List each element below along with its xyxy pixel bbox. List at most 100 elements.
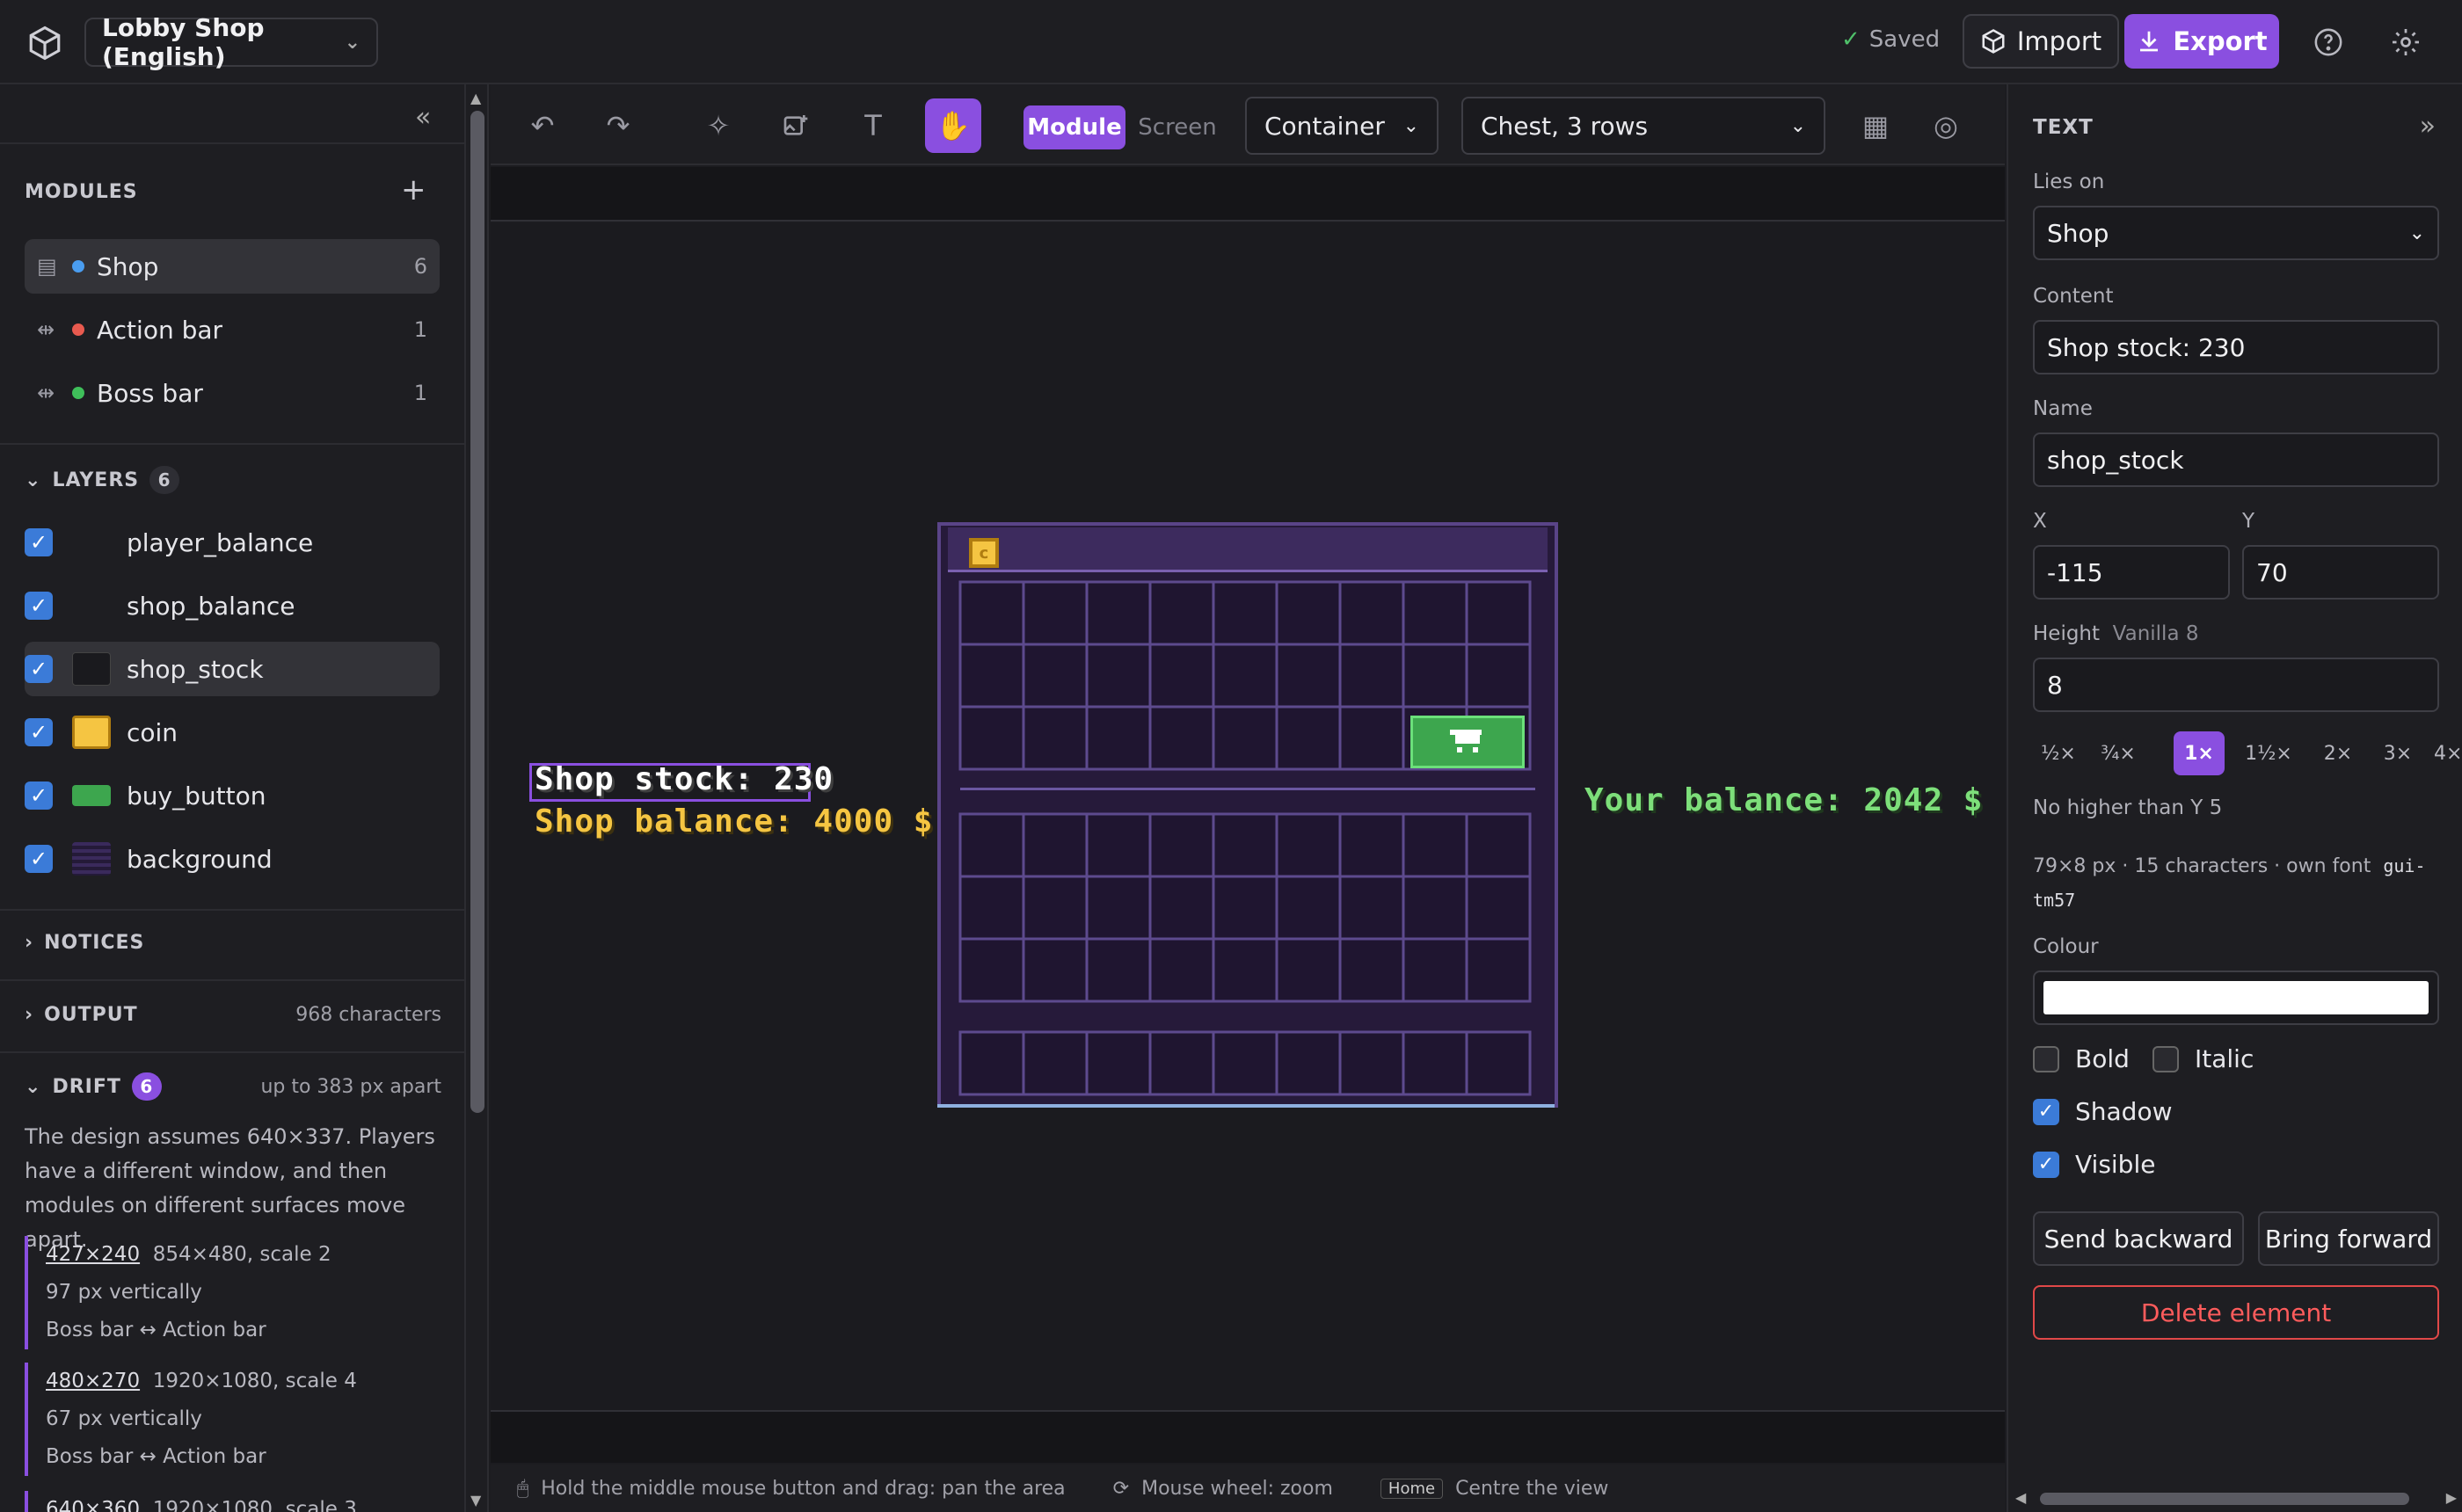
target-icon[interactable]: ◎ [1922, 102, 1970, 149]
inventory-slot[interactable] [958, 812, 1025, 878]
x-input[interactable]: -115 [2033, 545, 2230, 600]
inventory-slot[interactable] [1275, 937, 1342, 1003]
colour-picker[interactable] [2033, 970, 2439, 1025]
scroll-up-icon[interactable]: ▲ [470, 90, 481, 106]
inventory-slot[interactable] [1338, 580, 1405, 646]
hotbar-slot[interactable] [1085, 1030, 1152, 1096]
collapse-sidebar-icon[interactable]: « [415, 102, 431, 133]
hotbar-slot[interactable] [1212, 1030, 1278, 1096]
sidebar-scrollbar[interactable]: ▲ ▼ [466, 84, 489, 1512]
text-tool-icon[interactable]: T [849, 102, 897, 149]
grid-icon[interactable]: ▦ [1852, 102, 1899, 149]
layer-item[interactable]: ✓ shop_balance [25, 578, 440, 633]
bring-forward-button[interactable]: Bring forward [2258, 1211, 2439, 1266]
hotbar-slot[interactable] [958, 1030, 1025, 1096]
buy-button[interactable] [1410, 716, 1525, 768]
output-header[interactable]: › OUTPUT 968 characters [25, 1004, 441, 1026]
settings-gear-icon[interactable] [2386, 23, 2425, 62]
inventory-slot[interactable] [1085, 643, 1152, 709]
inventory-slot[interactable] [1148, 937, 1215, 1003]
inventory-slot[interactable] [1085, 812, 1152, 878]
inventory-slot[interactable] [1148, 643, 1215, 709]
name-input[interactable]: shop_stock [2033, 433, 2439, 487]
layer-item[interactable]: ✓ coin [25, 705, 440, 760]
inventory-slot[interactable] [1465, 937, 1532, 1003]
inventory-slot[interactable] [1275, 812, 1342, 878]
multiplier-three-quarter[interactable]: ¾× [2093, 731, 2144, 775]
inventory-slot[interactable] [1148, 812, 1215, 878]
shadow-checkbox[interactable]: ✓ Shadow [2033, 1097, 2172, 1126]
inventory-slot[interactable] [1465, 812, 1532, 878]
add-image-icon[interactable] [772, 102, 819, 149]
inventory-slot[interactable] [1148, 875, 1215, 941]
inventory-slot[interactable] [958, 643, 1025, 709]
inventory-slot[interactable] [958, 580, 1025, 646]
layer-item[interactable]: ✓ player_balance [25, 515, 440, 570]
inventory-slot[interactable] [1085, 705, 1152, 771]
collapse-panel-icon[interactable]: » [2420, 111, 2436, 142]
inventory-slot[interactable] [958, 875, 1025, 941]
design-canvas[interactable]: c Shop stock: 230 Shop balance: 4000 $ Y… [491, 223, 2005, 1410]
inventory-slot[interactable] [1465, 875, 1532, 941]
inventory-slot[interactable] [958, 705, 1025, 771]
inventory-slot[interactable] [1402, 937, 1468, 1003]
multiplier-one-half[interactable]: 1½× [2235, 731, 2302, 775]
inventory-slot[interactable] [1212, 875, 1278, 941]
inventory-slot[interactable] [1085, 580, 1152, 646]
drift-item[interactable]: 640×360 1920×1080, scale 3 [25, 1491, 447, 1512]
height-input[interactable]: 8 [2033, 658, 2439, 712]
shop-stock-text[interactable]: Shop stock: 230 [535, 761, 834, 797]
layer-visibility-checkbox[interactable]: ✓ [25, 718, 53, 746]
import-button[interactable]: Import [1963, 14, 2119, 69]
scroll-down-icon[interactable]: ▼ [470, 1492, 481, 1508]
module-item-action-bar[interactable]: ⇹ Action bar 1 [25, 302, 440, 357]
y-input[interactable]: 70 [2242, 545, 2439, 600]
inventory-slot[interactable] [1022, 875, 1089, 941]
inventory-slot[interactable] [1085, 875, 1152, 941]
inventory-slot[interactable] [1022, 580, 1089, 646]
multiplier-2x[interactable]: 2× [2313, 731, 2364, 775]
layers-header[interactable]: ⌄ LAYERS 6 [25, 466, 180, 494]
inventory-slot[interactable] [1148, 705, 1215, 771]
inventory-slot[interactable] [1402, 643, 1468, 709]
scroll-right-icon[interactable]: ▶ [2446, 1489, 2457, 1506]
magic-wand-icon[interactable]: ✧ [695, 102, 742, 149]
drift-item[interactable]: 480×270 1920×1080, scale 4 67 px vertica… [25, 1363, 447, 1476]
inventory-slot[interactable] [1212, 705, 1278, 771]
inventory-slot[interactable] [1338, 875, 1405, 941]
inventory-slot[interactable] [1022, 812, 1089, 878]
layer-item[interactable]: ✓ background [25, 832, 440, 886]
chest-gui-background[interactable] [937, 522, 1558, 1108]
italic-checkbox[interactable]: Italic [2152, 1044, 2254, 1073]
drift-resolution-link[interactable]: 640×360 [46, 1498, 140, 1512]
multiplier-1x[interactable]: 1× [2174, 731, 2225, 775]
send-backward-button[interactable]: Send backward [2033, 1211, 2244, 1266]
inventory-slot[interactable] [958, 937, 1025, 1003]
help-icon[interactable] [2309, 23, 2348, 62]
inventory-slot[interactable] [1275, 580, 1342, 646]
visible-checkbox[interactable]: ✓ Visible [2033, 1150, 2155, 1179]
inventory-slot[interactable] [1465, 580, 1532, 646]
inventory-slot[interactable] [1022, 643, 1089, 709]
drift-item[interactable]: 427×240 854×480, scale 2 97 px verticall… [25, 1236, 447, 1349]
hotbar-slot[interactable] [1338, 1030, 1405, 1096]
layer-item[interactable]: ✓ buy_button [25, 768, 440, 823]
layer-visibility-checkbox[interactable]: ✓ [25, 781, 53, 810]
inventory-slot[interactable] [1465, 643, 1532, 709]
inventory-slot[interactable] [1212, 937, 1278, 1003]
bold-checkbox[interactable]: Bold [2033, 1044, 2130, 1073]
undo-icon[interactable]: ↶ [519, 102, 566, 149]
player-balance-text[interactable]: Your balance: 2042 $ [1584, 782, 1983, 818]
lies-on-select[interactable]: Shop ⌄ [2033, 206, 2439, 260]
layer-visibility-checkbox[interactable]: ✓ [25, 845, 53, 873]
panel-horizontal-scrollbar[interactable]: ◀ ▶ [2008, 1486, 2462, 1512]
multiplier-4x[interactable]: 4× [2434, 731, 2460, 775]
inventory-slot[interactable] [1275, 875, 1342, 941]
inventory-slot[interactable] [1402, 875, 1468, 941]
scroll-left-icon[interactable]: ◀ [2015, 1489, 2026, 1506]
inventory-slot[interactable] [1275, 643, 1342, 709]
hotbar-slot[interactable] [1402, 1030, 1468, 1096]
module-item-boss-bar[interactable]: ⇹ Boss bar 1 [25, 366, 440, 420]
inventory-slot[interactable] [1022, 937, 1089, 1003]
inventory-slot[interactable] [1402, 812, 1468, 878]
